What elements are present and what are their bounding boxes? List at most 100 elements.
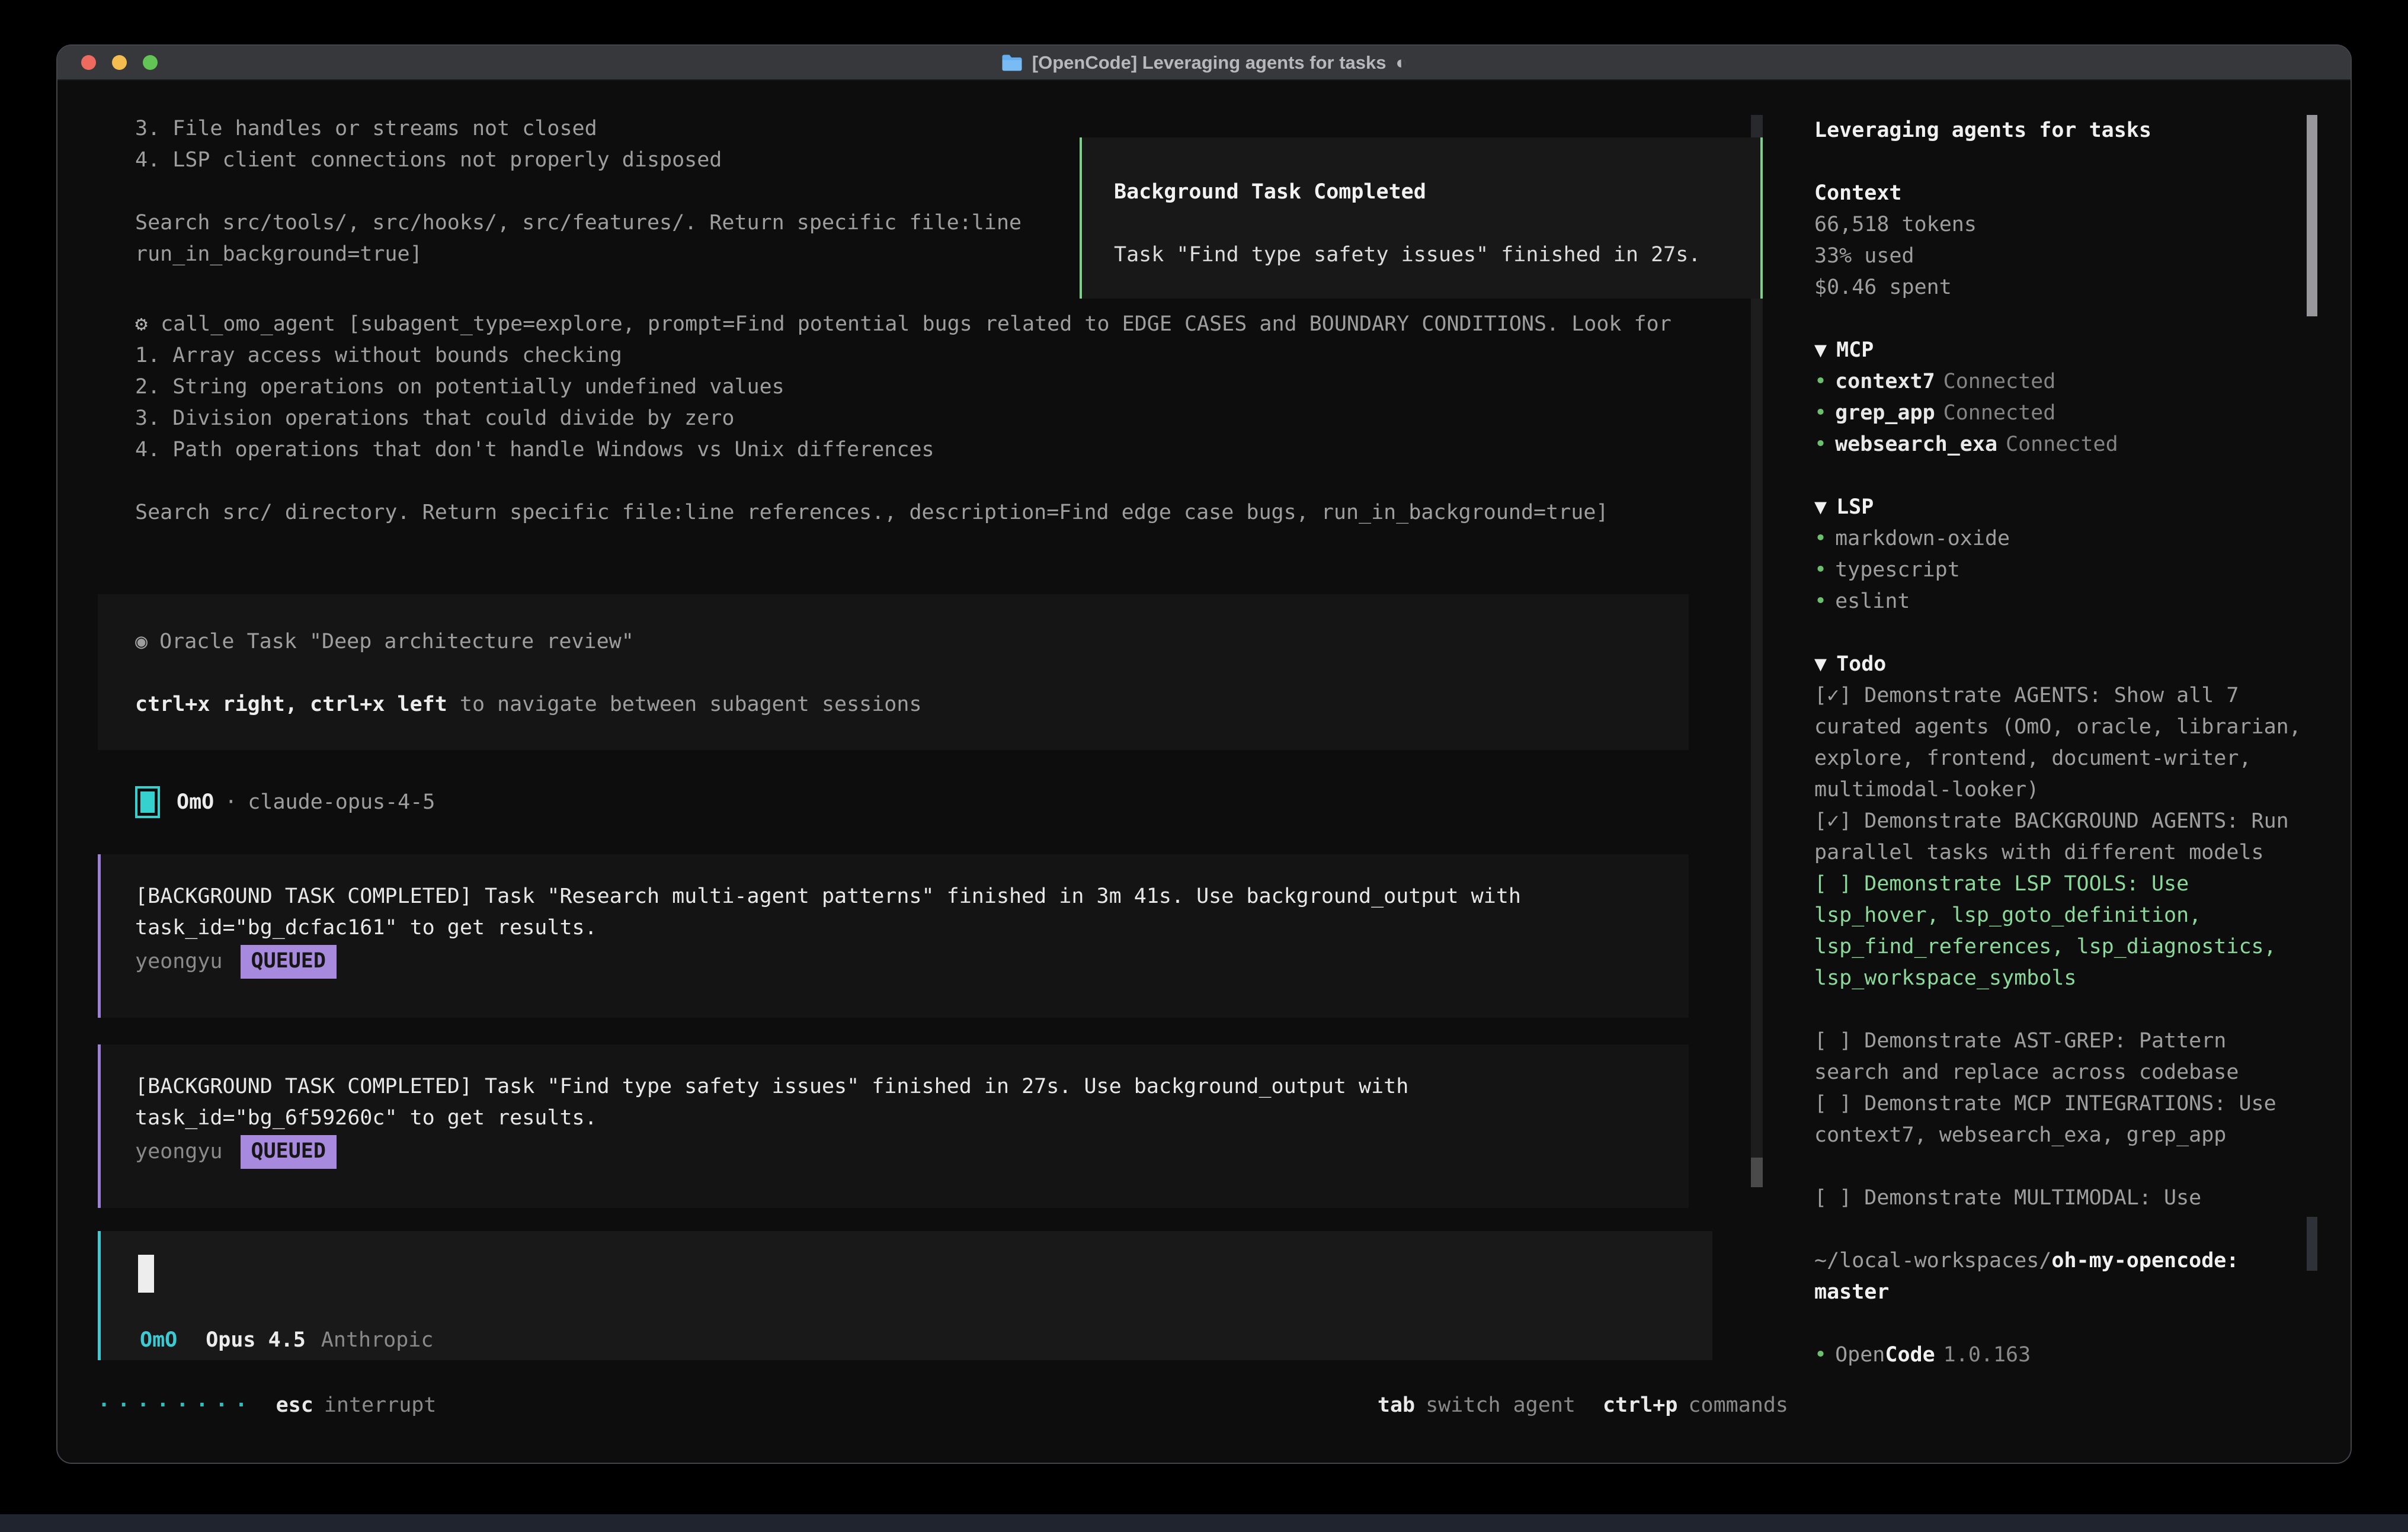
agent-square-icon	[135, 786, 160, 818]
task-user: yeongyu	[135, 946, 223, 977]
output-line: Search src/ directory. Return specific f…	[135, 497, 1687, 528]
session-title: Leveraging agents for tasks	[1814, 115, 2301, 146]
desktop-bottom-strip	[0, 1514, 2408, 1532]
status-right: tab switch agent ctrl+p commands	[1378, 1390, 1788, 1421]
window-titlebar: [OpenCode] Leveraging agents for tasks ◐	[57, 46, 2351, 81]
todo-heading: Todo	[1836, 652, 1886, 676]
workspace-branch: master	[1814, 1280, 1889, 1304]
lsp-item: •markdown-oxide	[1814, 523, 2301, 555]
todo-item: [✓] Demonstrate AGENTS: Show all 7 curat…	[1814, 680, 2301, 806]
notification-title: Background Task Completed	[1114, 177, 1760, 208]
session-sidebar: Leveraging agents for tasks Context 66,5…	[1814, 115, 2301, 1371]
close-button[interactable]	[81, 55, 96, 70]
ctrlp-key-label: commands	[1688, 1390, 1788, 1421]
esc-key-label: interrupt	[324, 1390, 437, 1421]
activity-dots-indicator: ········	[98, 1390, 255, 1421]
todo-scrollbar-thumb[interactable]	[2307, 1217, 2317, 1271]
window-title-text: [OpenCode] Leveraging agents for tasks	[1032, 52, 1386, 73]
output-line	[135, 466, 1687, 497]
background-task-card: [BACKGROUND TASK COMPLETED] Task "Resear…	[98, 854, 1689, 1018]
context-tokens: 66,518 tokens	[1814, 209, 2301, 241]
bullet-icon: •	[1814, 370, 1827, 393]
zoom-button[interactable]	[143, 55, 158, 70]
hint-text: to navigate between subagent sessions	[447, 693, 922, 716]
main-scrollbar-thumb-bottom[interactable]	[1751, 1158, 1763, 1187]
model-selector-row[interactable]: OmOOpus 4.5Anthropic	[140, 1325, 433, 1356]
context-heading: Context	[1814, 178, 2301, 209]
version-row: •OpenCode1.0.163	[1814, 1339, 2301, 1371]
context-used: 33% used	[1814, 241, 2301, 272]
background-task-notification: Background Task Completed Task "Find typ…	[1080, 137, 1763, 299]
task-user: yeongyu	[135, 1136, 223, 1168]
tool-call-block: ⚙ call_omo_agent [subagent_type=explore, …	[135, 309, 1687, 528]
terminal-window: [OpenCode] Leveraging agents for tasks ◐…	[56, 44, 2352, 1464]
oracle-task-title: Oracle Task "Deep architecture review"	[159, 630, 634, 653]
collapse-triangle-icon: ▼	[1814, 652, 1827, 676]
task-message-line: [BACKGROUND TASK COMPLETED] Task "Find t…	[135, 1071, 1689, 1102]
tool-call-text: call_omo_agent [subagent_type=explore, p…	[161, 312, 1671, 336]
task-message-line: [BACKGROUND TASK COMPLETED] Task "Resear…	[135, 881, 1689, 912]
mcp-status: Connected	[1943, 370, 2056, 393]
bullet-icon: •	[1814, 432, 1827, 456]
mcp-name: context7	[1835, 370, 1935, 393]
mcp-item: • context7 Connected	[1814, 366, 2301, 398]
agent-model: claude-opus-4-5	[248, 787, 435, 818]
task-message-line: task_id="bg_dcfac161" to get results.	[135, 912, 1689, 944]
bullet-icon: •	[1814, 1343, 1827, 1367]
gear-icon: ⚙	[135, 312, 148, 336]
todo-item: [ ] Demonstrate AST-GREP: Pattern search…	[1814, 1025, 2301, 1088]
context-spent: $0.46 spent	[1814, 272, 2301, 303]
status-badge: QUEUED	[241, 945, 337, 979]
traffic-lights	[81, 46, 158, 79]
status-bar: ········ esc interrupt tab switch agent …	[98, 1390, 1788, 1421]
terminal-body: 3. File handles or streams not closed 4.…	[57, 81, 2351, 1463]
output-line: 2. String operations on potentially unde…	[135, 371, 1687, 403]
ctrlp-key-hint: ctrl+p	[1603, 1390, 1677, 1421]
app-name: Code	[1885, 1343, 1935, 1367]
separator-dot: ·	[225, 787, 237, 818]
oracle-task-title-line: ◉Oracle Task "Deep architecture review"	[135, 626, 1689, 658]
bullet-icon: •	[1814, 558, 1827, 582]
workspace-repo: oh-my-opencode:	[2051, 1249, 2239, 1273]
lsp-section-header[interactable]: ▼LSP	[1814, 492, 2301, 523]
todo-item: [ ] Demonstrate MCP INTEGRATIONS: Use co…	[1814, 1088, 2301, 1151]
provider-label: Anthropic	[321, 1328, 434, 1352]
todo-item: [ ] Demonstrate MULTIMODAL: Use	[1814, 1182, 2301, 1214]
tool-call-line: ⚙ call_omo_agent [subagent_type=explore, …	[135, 309, 1687, 340]
folder-icon	[1001, 54, 1023, 72]
mcp-section-header[interactable]: ▼MCP	[1814, 335, 2301, 366]
output-line: 1. Array access without bounds checking	[135, 340, 1687, 371]
lsp-name: typescript	[1835, 558, 1960, 582]
mcp-name: grep_app	[1835, 401, 1935, 425]
sidebar-scrollbar-thumb[interactable]	[2307, 115, 2317, 316]
mcp-item: • websearch_exa Connected	[1814, 429, 2301, 460]
agent-name: OmO	[177, 787, 214, 818]
task-meta-row: yeongyu QUEUED	[135, 1135, 1689, 1169]
output-line: 3. Division operations that could divide…	[135, 403, 1687, 434]
model-label: Opus 4.5	[206, 1328, 306, 1352]
status-badge: QUEUED	[241, 1135, 337, 1169]
minimize-button[interactable]	[112, 55, 127, 70]
mcp-status: Connected	[2006, 432, 2118, 456]
lsp-item: • typescript	[1814, 555, 2301, 586]
window-title: [OpenCode] Leveraging agents for tasks ◐	[1001, 52, 1407, 73]
status-left: ········ esc interrupt	[98, 1390, 436, 1421]
mcp-item: •grep_appConnected	[1814, 398, 2301, 429]
text-cursor	[138, 1255, 154, 1293]
todo-item: [ ] Demonstrate LSP TOOLS: Use lsp_hover…	[1814, 868, 2301, 994]
background-task-card: [BACKGROUND TASK COMPLETED] Task "Find t…	[98, 1044, 1689, 1208]
app-version: 1.0.163	[1943, 1343, 2031, 1367]
todo-section-header[interactable]: ▼ Todo	[1814, 649, 2301, 680]
agent-session-header[interactable]: OmO · claude-opus-4-5	[135, 786, 435, 819]
mcp-heading: MCP	[1836, 338, 1874, 362]
prompt-input[interactable]: OmOOpus 4.5Anthropic	[98, 1231, 1712, 1360]
oracle-task-panel: ◉Oracle Task "Deep architecture review" …	[98, 594, 1689, 750]
mcp-name: websearch_exa	[1835, 432, 1997, 456]
lsp-item: •eslint	[1814, 586, 2301, 617]
hint-keys: ctrl+x right, ctrl+x left	[135, 693, 447, 716]
esc-key-hint: esc	[276, 1390, 313, 1421]
lsp-heading: LSP	[1836, 495, 1874, 519]
navigation-hint: ctrl+x right, ctrl+x left to navigate be…	[135, 689, 1689, 720]
workspace-path-prefix: ~/local-workspaces/	[1814, 1249, 2051, 1273]
tab-key-label: switch agent	[1426, 1390, 1576, 1421]
